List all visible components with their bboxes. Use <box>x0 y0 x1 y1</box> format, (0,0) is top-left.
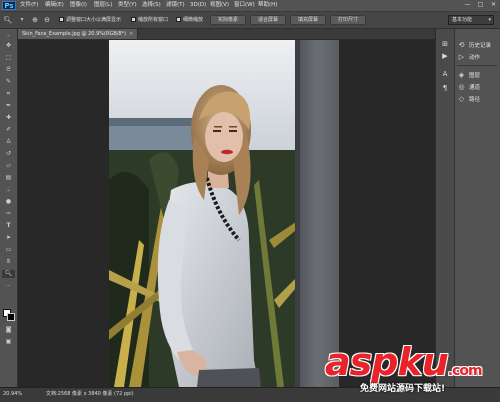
chevron-down-icon: ▾ <box>488 17 491 23</box>
panel-paths-label: 路径 <box>469 97 481 103</box>
print-size-button[interactable]: 打印尺寸 <box>330 15 366 25</box>
document-photo[interactable] <box>109 40 339 387</box>
rectangle-tool-icon[interactable]: ▭ <box>2 246 15 254</box>
clone-stamp-tool-icon[interactable]: ♙ <box>2 138 15 146</box>
marquee-tool-icon[interactable]: ⬚ <box>2 54 15 62</box>
canvas-area[interactable] <box>18 40 435 387</box>
type-tool-icon[interactable]: T <box>2 222 15 230</box>
actions-strip-icon[interactable]: ▶ <box>440 52 450 61</box>
healing-brush-tool-icon[interactable]: ✚ <box>2 114 15 122</box>
history-icon: ⟲ <box>458 41 465 49</box>
menu-3d[interactable]: 3D(D) <box>190 1 206 10</box>
panel-paths[interactable]: ◇ 路径 <box>457 94 497 104</box>
watermark-subtitle: 免费网站源码下载站! <box>360 384 446 394</box>
menu-view[interactable]: 视图(V) <box>210 1 229 10</box>
window-controls: — □ ✕ <box>463 1 498 10</box>
eraser-tool-icon[interactable]: ▱ <box>2 162 15 170</box>
dodge-tool-icon[interactable]: ● <box>2 198 15 206</box>
dropdown-arrow-icon[interactable]: ▾ <box>17 15 27 25</box>
blur-tool-icon[interactable]: 💧︎ <box>2 186 15 194</box>
resize-windows-label: 调整窗口大小以满屏显示 <box>66 17 122 23</box>
fill-screen-button[interactable]: 填充屏幕 <box>290 15 326 25</box>
close-button[interactable]: ✕ <box>489 1 498 9</box>
scrubby-zoom-checkbox[interactable] <box>176 17 181 22</box>
history-brush-tool-icon[interactable]: ↺ <box>2 150 15 158</box>
lasso-tool-icon[interactable]: ᘓ <box>2 66 15 74</box>
menu-bar: Ps 文件(F) 编辑(E) 图像(I) 图层(L) 类型(Y) 选择(S) 滤… <box>0 0 500 12</box>
panel-layers-label: 图层 <box>469 73 481 79</box>
crop-tool-icon[interactable]: ⌗ <box>2 90 15 98</box>
menu-file[interactable]: 文件(F) <box>20 1 38 10</box>
menu-edit[interactable]: 编辑(E) <box>45 1 64 10</box>
workspace-select[interactable]: 基本功能 ▾ <box>448 15 494 25</box>
quick-select-tool-icon[interactable]: ✎ <box>2 78 15 86</box>
scrubby-zoom-label: 细微缩放 <box>183 17 204 23</box>
brush-tool-icon[interactable]: ✐ <box>2 126 15 134</box>
toolbox-collapse-icon[interactable]: » <box>2 32 15 40</box>
gradient-tool-icon[interactable]: ▤ <box>2 174 15 182</box>
paragraph-strip-icon[interactable]: ¶ <box>440 84 450 93</box>
watermark-dotcom: .com <box>447 363 483 379</box>
actions-icon: ▷ <box>458 53 465 61</box>
move-tool-icon[interactable]: ✥ <box>2 42 15 50</box>
workspace-value: 基本功能 <box>452 17 473 23</box>
panel-actions[interactable]: ▷ 动作 <box>457 52 497 62</box>
hand-tool-icon[interactable]: ✋︎ <box>2 258 15 266</box>
menu-help[interactable]: 帮助(H) <box>258 1 277 10</box>
layers-icon: ◈ <box>458 71 465 79</box>
zoom-all-checkbox[interactable] <box>131 17 136 22</box>
channels-icon: ◎ <box>458 83 465 91</box>
zoom-tool-active-icon[interactable]: 🔍︎ <box>2 270 15 278</box>
options-bar: 🔍︎ ▾ ⊕ ⊖ 调整窗口大小以满屏显示 缩放所有窗口 细微缩放 实际像素 适合… <box>0 12 500 29</box>
document-tab-title: Skin_Face_Example.jpg @ 20.9%(RGB/8*) <box>22 31 127 37</box>
pen-tool-icon[interactable]: ✑ <box>2 210 15 218</box>
zoom-out-icon[interactable]: ⊖ <box>42 15 52 25</box>
menu-window[interactable]: 窗口(W) <box>234 1 255 10</box>
zoom-in-icon[interactable]: ⊕ <box>30 15 40 25</box>
maximize-button[interactable]: □ <box>476 1 485 9</box>
zoom-tool-icon[interactable]: 🔍︎ <box>3 15 13 25</box>
menu-type[interactable]: 类型(Y) <box>118 1 137 10</box>
panel-channels[interactable]: ◎ 通道 <box>457 82 497 92</box>
menu-select[interactable]: 选择(S) <box>142 1 161 10</box>
resize-windows-checkbox[interactable] <box>59 17 64 22</box>
zoom-level-field[interactable]: 20.94% <box>3 390 22 398</box>
fit-screen-button[interactable]: 适合屏幕 <box>250 15 286 25</box>
screen-mode-icon[interactable]: ▣ <box>2 338 15 346</box>
panel-history[interactable]: ⟲ 历史记录 <box>457 40 497 50</box>
panel-channels-label: 通道 <box>469 85 481 91</box>
quick-mask-icon[interactable]: ◙ <box>2 326 15 334</box>
background-color-swatch[interactable] <box>7 313 15 321</box>
panel-icon-strip <box>436 29 455 387</box>
document-tab[interactable]: Skin_Face_Example.jpg @ 20.9%(RGB/8*) × <box>18 29 139 39</box>
more-tools-icon[interactable]: ⋯ <box>2 282 15 290</box>
photoshop-logo: Ps <box>2 1 16 10</box>
panel-history-label: 历史记录 <box>469 43 492 49</box>
panel-layers[interactable]: ◈ 图层 <box>457 70 497 80</box>
watermark-brand: aspku <box>325 340 449 384</box>
panel-actions-label: 动作 <box>469 55 481 61</box>
photo-image <box>109 40 339 387</box>
site-watermark: aspku.com 免费网站源码下载站! <box>325 340 500 401</box>
document-info: 文档:2568 像素 x 3840 像素 (72 ppi) <box>46 391 134 397</box>
character-strip-icon[interactable]: A <box>440 70 450 79</box>
menu-filter[interactable]: 滤镜(T) <box>166 1 185 10</box>
eyedropper-tool-icon[interactable]: ✒ <box>2 102 15 110</box>
actual-pixels-button[interactable]: 实际像素 <box>210 15 246 25</box>
toolbox: » ✥ ⬚ ᘓ ✎ ⌗ ✒ ✚ ✐ ♙ ↺ ▱ ▤ 💧︎ ● ✑ T ➤ ▭ ✋… <box>0 29 18 387</box>
path-selection-tool-icon[interactable]: ➤ <box>2 234 15 242</box>
panel-divider <box>457 65 497 66</box>
menu-image[interactable]: 图像(I) <box>70 1 87 10</box>
zoom-all-label: 缩放所有窗口 <box>138 17 169 23</box>
menu-layer[interactable]: 图层(L) <box>94 1 112 10</box>
tab-close-icon[interactable]: × <box>129 31 133 37</box>
minimize-button[interactable]: — <box>463 1 472 9</box>
history-strip-icon[interactable]: ⊞ <box>440 40 450 49</box>
paths-icon: ◇ <box>458 95 465 103</box>
document-tab-bar: Skin_Face_Example.jpg @ 20.9%(RGB/8*) × <box>18 29 435 39</box>
